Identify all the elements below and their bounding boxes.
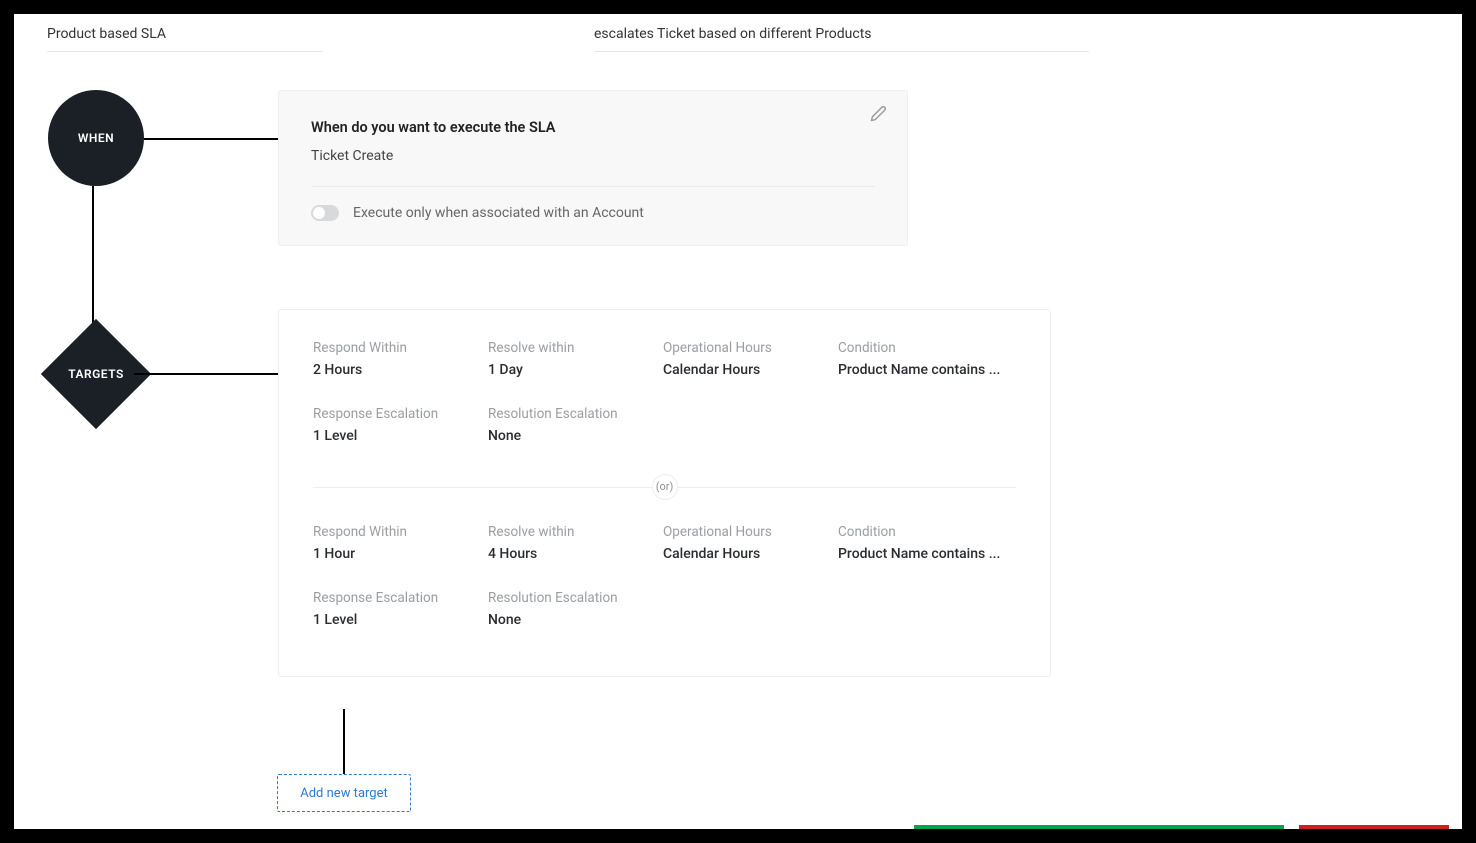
sla-builder-canvas: Product based SLA escalates Ticket based…	[14, 14, 1462, 829]
add-new-target-button[interactable]: Add new target	[277, 774, 411, 812]
footer-accent-green	[914, 825, 1284, 829]
target-row: Respond Within 2 Hours Resolve within 1 …	[313, 340, 1016, 466]
condition-label: Condition	[838, 524, 1018, 540]
or-separator-label: (or)	[652, 474, 678, 500]
when-node: WHEN	[48, 90, 144, 186]
condition-value: Product Name contains ...	[838, 362, 1018, 378]
edit-when-button[interactable]	[870, 105, 887, 122]
connector-line	[343, 709, 345, 774]
response-escalation-label: Response Escalation	[313, 406, 488, 422]
respond-within-value: 1 Hour	[313, 546, 488, 562]
resolve-within-value: 4 Hours	[488, 546, 663, 562]
connector-line	[144, 138, 278, 140]
account-only-toggle[interactable]	[311, 205, 339, 221]
operational-hours-value: Calendar Hours	[663, 362, 838, 378]
response-escalation-value: 1 Level	[313, 428, 488, 444]
respond-within-value: 2 Hours	[313, 362, 488, 378]
when-trigger-value: Ticket Create	[311, 148, 875, 164]
toggle-knob	[313, 207, 325, 219]
resolution-escalation-label: Resolution Escalation	[488, 406, 663, 422]
when-card-title: When do you want to execute the SLA	[311, 119, 875, 136]
resolve-within-value: 1 Day	[488, 362, 663, 378]
response-escalation-label: Response Escalation	[313, 590, 488, 606]
pencil-icon	[870, 105, 887, 122]
target-row: Respond Within 1 Hour Resolve within 4 H…	[313, 524, 1016, 650]
targets-node-label: TARGETS	[68, 367, 124, 381]
footer-accent-red	[1299, 825, 1449, 829]
add-new-target-label: Add new target	[300, 786, 388, 801]
resolution-escalation-label: Resolution Escalation	[488, 590, 663, 606]
respond-within-label: Respond Within	[313, 340, 488, 356]
operational-hours-value: Calendar Hours	[663, 546, 838, 562]
account-only-toggle-label: Execute only when associated with an Acc…	[353, 205, 644, 221]
condition-value: Product Name contains ...	[838, 546, 1018, 562]
condition-label: Condition	[838, 340, 1018, 356]
operational-hours-label: Operational Hours	[663, 524, 838, 540]
sla-name-field[interactable]: Product based SLA	[47, 20, 322, 52]
resolve-within-label: Resolve within	[488, 340, 663, 356]
divider	[311, 186, 875, 187]
when-card[interactable]: When do you want to execute the SLA Tick…	[278, 90, 908, 246]
when-node-label: WHEN	[78, 131, 114, 145]
connector-line	[134, 373, 278, 375]
resolution-escalation-value: None	[488, 612, 663, 628]
respond-within-label: Respond Within	[313, 524, 488, 540]
targets-card[interactable]: Respond Within 2 Hours Resolve within 1 …	[278, 309, 1051, 677]
connector-line	[92, 186, 94, 326]
sla-description-field[interactable]: escalates Ticket based on different Prod…	[594, 20, 1089, 52]
resolve-within-label: Resolve within	[488, 524, 663, 540]
response-escalation-value: 1 Level	[313, 612, 488, 628]
resolution-escalation-value: None	[488, 428, 663, 444]
or-separator: (or)	[313, 474, 1016, 500]
operational-hours-label: Operational Hours	[663, 340, 838, 356]
